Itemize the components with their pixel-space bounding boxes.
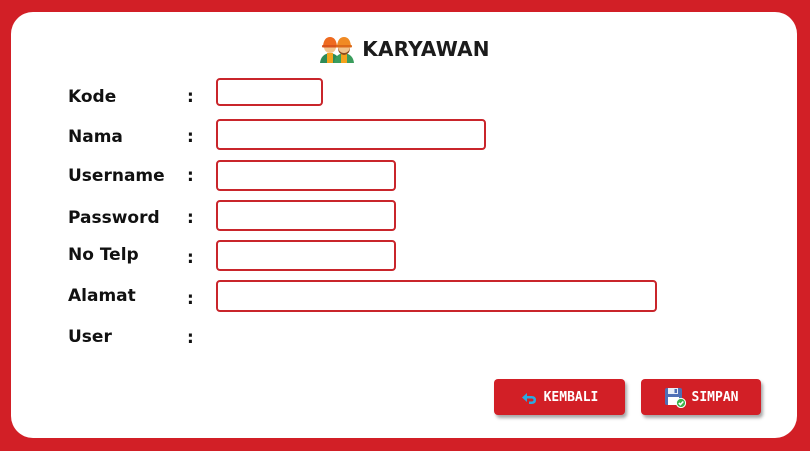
form-card: KARYAWAN Kode : Nama : Username : Passwo…	[11, 12, 797, 438]
user-colon: :	[187, 328, 194, 348]
password-input[interactable]	[216, 200, 396, 231]
kembali-label: KEMBALI	[543, 389, 599, 405]
floppy-disk-check-icon	[664, 386, 686, 408]
alamat-label: Alamat	[68, 286, 136, 306]
undo-arrow-icon	[521, 389, 538, 406]
simpan-button[interactable]: SIMPAN	[641, 379, 761, 415]
username-label: Username	[68, 166, 165, 186]
nama-colon: :	[187, 127, 194, 147]
nama-input[interactable]	[216, 119, 486, 150]
page-title: KARYAWAN	[362, 37, 490, 61]
user-label: User	[68, 327, 112, 347]
simpan-label: SIMPAN	[691, 389, 739, 405]
nama-label: Nama	[68, 127, 123, 147]
password-label: Password	[68, 208, 160, 228]
kode-colon: :	[187, 87, 194, 107]
no-telp-input[interactable]	[216, 240, 396, 271]
page-header: KARYAWAN	[11, 34, 797, 64]
no-telp-colon: :	[187, 248, 194, 268]
alamat-input[interactable]	[216, 280, 657, 312]
username-colon: :	[187, 166, 194, 186]
kode-label: Kode	[68, 87, 117, 107]
no-telp-label: No Telp	[68, 245, 139, 265]
alamat-colon: :	[187, 289, 194, 309]
workers-icon	[318, 34, 356, 64]
kode-input[interactable]	[216, 78, 323, 106]
password-colon: :	[187, 208, 194, 228]
username-input[interactable]	[216, 160, 396, 191]
kembali-button[interactable]: KEMBALI	[494, 379, 625, 415]
